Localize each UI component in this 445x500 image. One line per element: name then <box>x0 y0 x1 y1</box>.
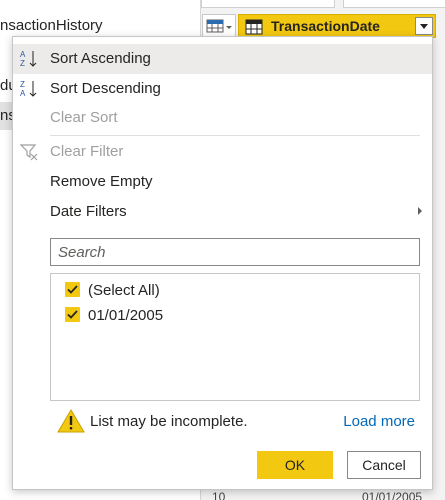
column-type-button[interactable] <box>202 14 236 38</box>
column-filter-dropdown[interactable] <box>415 17 433 35</box>
menu-item-label: Clear Sort <box>50 109 118 126</box>
chevron-right-icon <box>418 207 422 215</box>
checkbox-checked[interactable] <box>65 282 80 297</box>
menu-separator <box>50 135 420 136</box>
search-box[interactable] <box>50 238 420 266</box>
list-item-label: 01/01/2005 <box>88 307 164 324</box>
table-type-icon <box>206 19 232 33</box>
svg-text:Z: Z <box>20 59 25 68</box>
menu-item-sort-ascending[interactable]: A Z Sort Ascending <box>13 44 432 74</box>
row-number: 10 <box>212 490 226 500</box>
checkmark-icon <box>67 285 78 294</box>
svg-text:Z: Z <box>20 80 25 89</box>
menu-item-clear-filter: Clear Filter <box>13 137 432 167</box>
menu-item-label: Sort Descending <box>50 80 161 97</box>
menu-item-date-filters[interactable]: Date Filters <box>13 197 432 227</box>
sort-descending-icon: Z A <box>20 80 37 98</box>
list-item-label: (Select All) <box>88 282 160 299</box>
menu-item-label: Clear Filter <box>50 143 124 160</box>
value-list[interactable]: (Select All) 01/01/2005 <box>50 273 420 401</box>
ok-button[interactable]: OK <box>257 451 333 479</box>
chevron-down-icon <box>420 24 428 29</box>
column-name[interactable]: TransactionDate <box>238 14 436 38</box>
menu-item-sort-descending[interactable]: Z A Sort Descending <box>13 74 432 104</box>
search-input[interactable] <box>51 239 419 265</box>
menu-item-label: Sort Ascending <box>50 50 151 67</box>
checkbox-checked[interactable] <box>65 307 80 322</box>
svg-text:A: A <box>20 50 26 59</box>
grid-cell <box>343 0 445 8</box>
menu-item-label: Remove Empty <box>50 173 153 190</box>
menu-item-clear-sort: Clear Sort <box>13 103 432 133</box>
checkmark-icon <box>67 310 78 319</box>
svg-text:A: A <box>20 89 26 98</box>
warning-icon <box>57 409 85 433</box>
list-item-value[interactable]: 01/01/2005 <box>51 303 419 329</box>
menu-item-label: Date Filters <box>50 203 127 220</box>
grid-cell <box>201 0 335 8</box>
cancel-button[interactable]: Cancel <box>347 451 421 479</box>
load-more-link[interactable]: Load more <box>343 413 415 430</box>
clear-filter-icon <box>19 144 38 161</box>
row-value: 01/01/2005 <box>362 490 423 500</box>
sort-ascending-icon: A Z <box>20 50 37 68</box>
column-name-label: TransactionDate <box>271 18 380 34</box>
calendar-icon <box>245 19 263 35</box>
menu-item-remove-empty[interactable]: Remove Empty <box>13 167 432 197</box>
list-item-select-all[interactable]: (Select All) <box>51 278 419 304</box>
column-filter-menu: A Z Sort Ascending Z A Sort Descending C… <box>12 36 433 490</box>
incomplete-list-warning: List may be incomplete. <box>90 413 248 430</box>
